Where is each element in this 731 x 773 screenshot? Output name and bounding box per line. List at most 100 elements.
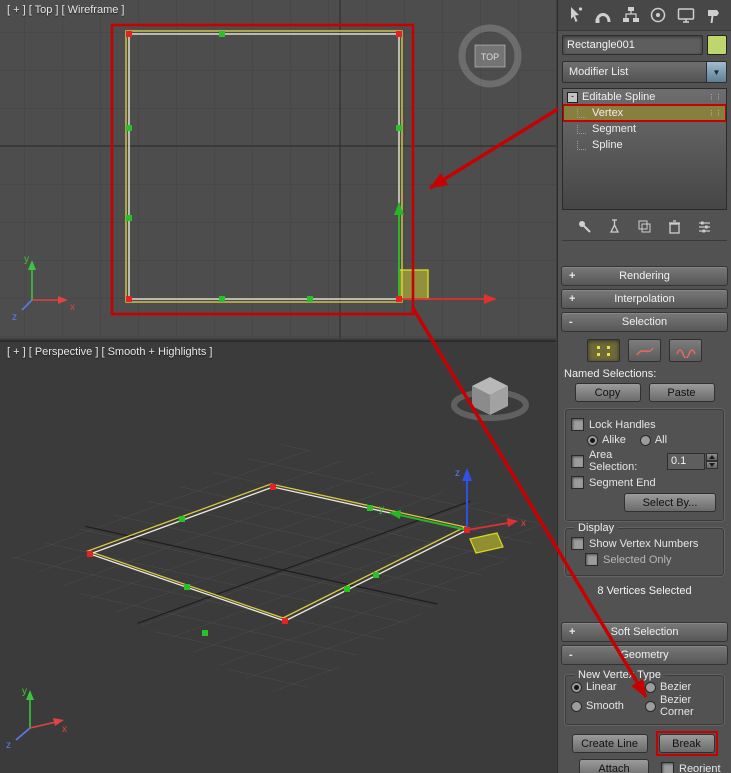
show-end-result-button[interactable]: [605, 216, 625, 236]
display-tab[interactable]: [674, 3, 698, 27]
rollout-rendering[interactable]: + Rendering: [561, 266, 728, 286]
checkbox-icon[interactable]: [571, 476, 584, 489]
spinner-up-icon[interactable]: [706, 453, 718, 461]
bezier-radio[interactable]: Bezier: [645, 681, 718, 693]
radio-icon[interactable]: [645, 681, 656, 693]
rollout-selection[interactable]: - Selection: [561, 312, 728, 332]
spinner-down-icon[interactable]: [706, 461, 718, 469]
hierarchy-icon: [622, 7, 639, 22]
checkbox-label: Area Selection:: [589, 449, 638, 473]
area-selection-spinner[interactable]: [667, 452, 718, 470]
gizmo-x-label: x: [521, 518, 526, 529]
radio-label: All: [654, 434, 668, 446]
checkbox-icon[interactable]: [571, 454, 584, 468]
checkbox-icon[interactable]: [571, 537, 584, 550]
utilities-icon: [707, 10, 719, 23]
axis-x-label: x: [62, 724, 67, 735]
area-selection-checkbox[interactable]: Area Selection:: [571, 449, 718, 473]
radio-label: Bezier: [660, 681, 692, 693]
selected-only-checkbox[interactable]: Selected Only: [585, 553, 718, 566]
show-vertex-numbers-checkbox[interactable]: Show Vertex Numbers: [571, 537, 718, 550]
new-vertex-type-radios: Linear Bezier Smooth Bezier Corner: [571, 681, 718, 718]
create-tab[interactable]: [563, 3, 587, 27]
rollout-geometry[interactable]: - Geometry: [561, 645, 728, 665]
subobject-dots-icon: ⋮⋮: [708, 110, 722, 117]
modify-tab[interactable]: [591, 3, 615, 27]
utilities-tab[interactable]: [702, 3, 726, 27]
configure-modifier-sets-button[interactable]: [695, 216, 715, 236]
alike-radio[interactable]: Alike: [587, 434, 626, 446]
checkbox-icon[interactable]: [661, 762, 674, 773]
rollout-soft-selection[interactable]: + Soft Selection: [561, 622, 728, 642]
stack-item-label: Editable Spline: [582, 91, 656, 103]
checkbox-icon[interactable]: [585, 553, 598, 566]
select-by-button[interactable]: Select By...: [624, 493, 716, 512]
command-panel-tabs: [558, 0, 731, 31]
viewport-top-label[interactable]: [ + ] [ Top ] [ Wireframe ]: [7, 4, 124, 16]
axis-z-label: z: [6, 740, 11, 751]
copy-button[interactable]: Copy: [574, 383, 641, 402]
stack-item-editable-spline[interactable]: - Editable Spline ⋮⋮: [563, 89, 726, 105]
stack-item-label: Segment: [592, 123, 637, 135]
make-unique-icon: [638, 220, 651, 232]
collapse-icon[interactable]: -: [567, 91, 578, 103]
selection-rollout-body: Named Selections: Copy Paste Lock Handle…: [558, 332, 731, 597]
bezier-corner-radio[interactable]: Bezier Corner: [645, 694, 718, 718]
radio-icon[interactable]: [587, 434, 598, 446]
modifier-list-dropdown[interactable]: Modifier List ▼: [562, 61, 727, 83]
motion-tab[interactable]: [646, 3, 670, 27]
object-color-swatch[interactable]: [707, 35, 727, 55]
selection-options-group: Lock Handles Alike All Area Selection: 0…: [565, 409, 724, 521]
radio-icon[interactable]: [571, 681, 582, 693]
rollout-title: Geometry: [620, 649, 669, 661]
radio-icon[interactable]: [645, 700, 656, 712]
reorient-checkbox[interactable]: Reorient: [661, 762, 721, 773]
linear-radio[interactable]: Linear: [571, 681, 643, 693]
radio-label: Linear: [586, 681, 617, 693]
segment-end-checkbox[interactable]: Segment End: [571, 476, 718, 489]
named-selections-label: Named Selections:: [564, 368, 657, 380]
pin-icon: [579, 220, 591, 233]
chevron-down-icon[interactable]: ▼: [706, 62, 726, 82]
create-line-break-row: Create Line Break: [563, 731, 726, 756]
viewport-perspective[interactable]: y x z y x z [+] [Perspective] [Smoo…: [0, 340, 556, 773]
stack-item-spline[interactable]: Spline: [563, 137, 726, 153]
viewport-perspective-label[interactable]: [ + ] [ Perspective ] [ Smooth + Highlig…: [7, 346, 212, 358]
stack-item-vertex[interactable]: Vertex ⋮⋮: [563, 104, 726, 122]
expand-icon: +: [569, 293, 576, 305]
smooth-radio[interactable]: Smooth: [571, 694, 643, 718]
viewport-top-canvas[interactable]: TOP y x z: [0, 0, 556, 338]
hierarchy-tab[interactable]: [619, 3, 643, 27]
make-unique-button[interactable]: [635, 216, 655, 236]
stack-item-segment[interactable]: Segment: [563, 121, 726, 137]
trash-icon: [669, 219, 680, 234]
radio-icon[interactable]: [639, 434, 651, 446]
viewcube-label[interactable]: TOP: [481, 52, 499, 62]
radio-icon[interactable]: [571, 700, 582, 712]
break-button[interactable]: Break: [658, 734, 715, 753]
checkbox-icon[interactable]: [571, 418, 584, 431]
object-name-field[interactable]: [562, 35, 703, 55]
area-selection-input[interactable]: [667, 452, 705, 470]
all-radio[interactable]: All: [639, 434, 668, 446]
checkbox-label: Segment End: [589, 476, 656, 489]
vertex-subobject-button[interactable]: [587, 339, 620, 362]
segment-subobject-button[interactable]: [628, 339, 661, 362]
lock-handles-checkbox[interactable]: Lock Handles: [571, 418, 718, 431]
paste-button[interactable]: Paste: [648, 383, 715, 402]
viewport-top[interactable]: TOP y x z [ + ] [ Top ] [ Wireframe ]: [0, 0, 556, 338]
pin-stack-button[interactable]: [575, 216, 595, 236]
display-group: Display Show Vertex Numbers Selected Onl…: [565, 522, 724, 576]
remove-modifier-button[interactable]: [665, 216, 685, 236]
radio-label: Bezier Corner: [660, 694, 694, 718]
lock-handles-mode-radios: Alike All: [587, 434, 718, 446]
rollout-interpolation[interactable]: + Interpolation: [561, 289, 728, 309]
modify-icon: [595, 13, 611, 23]
stack-item-label: Spline: [592, 139, 623, 151]
viewport-perspective-canvas[interactable]: y x z y x z: [0, 342, 556, 773]
spline-subobject-button[interactable]: [669, 339, 702, 362]
attach-button[interactable]: Attach: [579, 759, 649, 773]
create-line-button[interactable]: Create Line: [571, 734, 648, 753]
modifier-stack-toolbar: [562, 214, 727, 241]
break-annotation-box: Break: [655, 731, 718, 756]
